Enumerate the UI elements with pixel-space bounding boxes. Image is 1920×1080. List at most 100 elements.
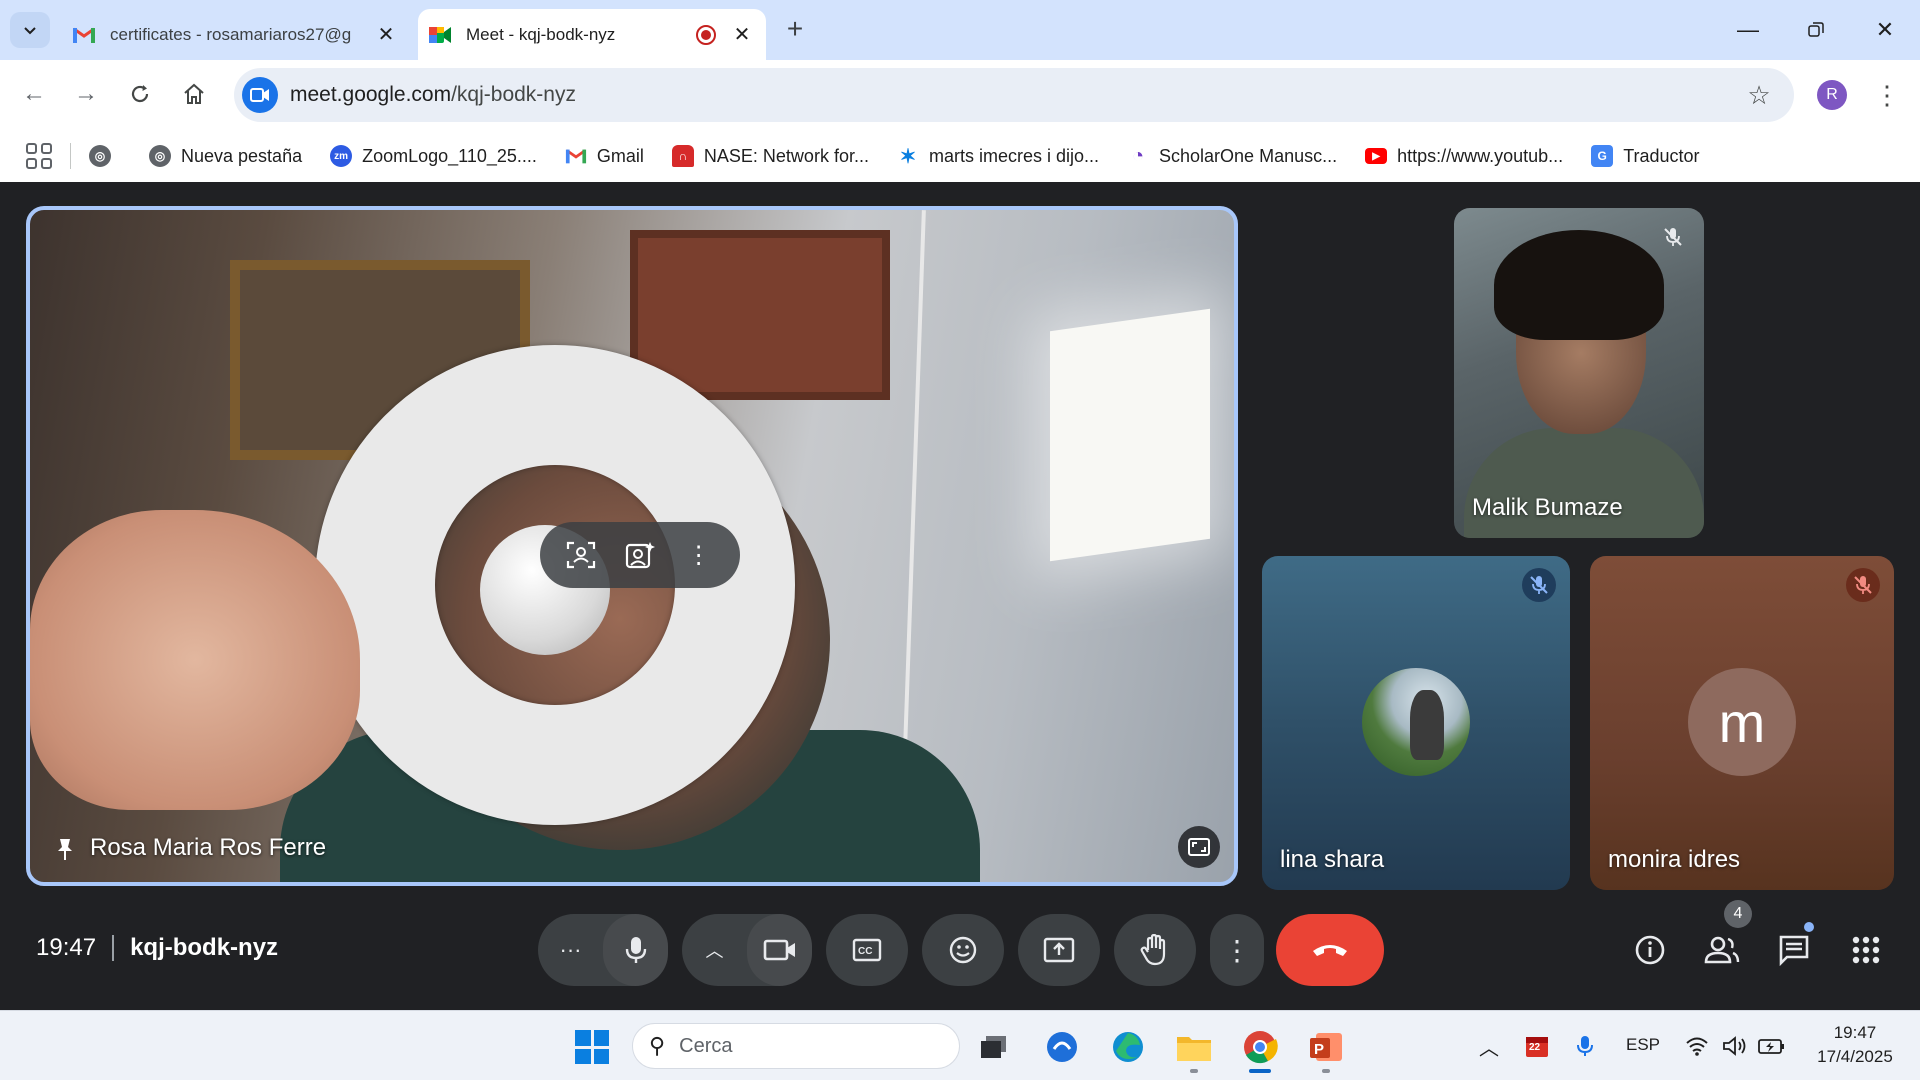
participant-tile-main[interactable]: ⋮ Rosa Maria Ros Ferre [26, 206, 1238, 886]
system-clock[interactable]: 19:47 17/4/2025 [1800, 1021, 1910, 1069]
participant-tile-malik[interactable]: Malik Bumaze [1454, 208, 1704, 538]
audio-options-icon[interactable]: ··· [538, 914, 603, 986]
more-options-button[interactable]: ⋮ [1210, 914, 1264, 986]
chevron-up-icon[interactable]: ︿ [1474, 1031, 1504, 1061]
bookmark-label: https://www.youtub... [1397, 145, 1564, 166]
meet-icon [429, 26, 451, 43]
bookmark-marts[interactable]: ✶ marts imecres i dijo... [897, 145, 1100, 168]
chrome-icon[interactable] [1240, 1027, 1280, 1067]
youtube-icon: ▶ [1365, 148, 1388, 164]
video-person-hair [1494, 230, 1664, 340]
taskbar-search[interactable]: ⚲ Cerca [632, 1023, 960, 1069]
windows-taskbar: ⚲ Cerca P ︿ 22 ESP 19:47 17/4/2025 [0, 1010, 1920, 1080]
bookmark-gmail[interactable]: Gmail [565, 145, 644, 167]
url-path: /kqj-bodk-nyz [451, 83, 576, 106]
volume-icon[interactable] [1720, 1031, 1750, 1061]
activities-grid-icon[interactable] [1846, 930, 1886, 970]
apps-grid-icon[interactable] [26, 143, 52, 169]
bookmark-zoomlogo[interactable]: zm ZoomLogo_110_25.... [330, 145, 537, 167]
participant-tile-lina[interactable]: lina shara [1262, 556, 1570, 890]
chrome-menu-icon[interactable]: ⋮ [1872, 78, 1902, 112]
back-arrow-icon[interactable]: ← [14, 74, 54, 114]
profile-avatar[interactable]: R [1817, 80, 1847, 110]
close-tab-icon[interactable]: ✕ [374, 23, 398, 47]
bookmark-traductor[interactable]: G Traductor [1591, 145, 1700, 167]
svg-text:P: P [1314, 1041, 1324, 1058]
chevron-down-icon [24, 27, 36, 35]
more-options-icon[interactable]: ⋮ [679, 535, 719, 575]
clock-time: 19:47 [1833, 1023, 1877, 1042]
microphone-icon[interactable] [1570, 1031, 1600, 1061]
site-info-icon[interactable] [242, 77, 278, 113]
participant-tile-monira[interactable]: m monira idres [1590, 556, 1894, 890]
close-tab-icon[interactable]: ✕ [730, 23, 754, 47]
bookmark-label: marts imecres i dijo... [928, 145, 1100, 166]
home-icon[interactable] [174, 74, 214, 114]
bookmark-label: NASE: Network for... [703, 145, 869, 166]
bookmark-youtube[interactable]: ▶ https://www.youtub... [1365, 146, 1563, 167]
task-view-icon[interactable] [974, 1027, 1014, 1067]
windows-start-icon[interactable] [572, 1027, 612, 1067]
reactions-button[interactable] [922, 914, 1004, 986]
avatar-person [1410, 690, 1444, 760]
participant-name: Rosa Maria Ros Ferre [90, 834, 327, 861]
url-text: meet.google.com/kqj-bodk-nyz [290, 83, 576, 107]
zoom-icon: zm [330, 145, 353, 167]
language-indicator[interactable]: ESP [1626, 1035, 1660, 1055]
search-placeholder: Cerca [679, 1034, 733, 1057]
nase-icon: ∩ [671, 145, 694, 167]
file-explorer-icon[interactable] [1174, 1027, 1214, 1067]
participant-name: Malik Bumaze [1472, 494, 1623, 521]
restore-icon[interactable] [1793, 10, 1839, 50]
address-bar[interactable]: meet.google.com/kqj-bodk-nyz ☆ [234, 68, 1794, 122]
leave-call-button[interactable] [1276, 914, 1384, 986]
captions-button[interactable]: CC [826, 914, 908, 986]
bookmark-nueva-pestana[interactable]: ◎ Nueva pestaña [149, 145, 302, 167]
bookmark-label: Traductor [1623, 145, 1700, 166]
microphone-button[interactable] [603, 914, 668, 986]
gmail-icon [565, 149, 586, 164]
forward-arrow-icon[interactable]: → [66, 74, 106, 114]
meet-stage: ⋮ Rosa Maria Ros Ferre Malik Bumaze lina… [0, 182, 1920, 1010]
bookmark-nase[interactable]: ∩ NASE: Network for... [671, 145, 869, 167]
effects-icon[interactable] [620, 535, 660, 575]
emoji-icon [949, 936, 977, 964]
svg-text:CC: CC [858, 946, 872, 957]
chat-notification-dot [1804, 922, 1814, 932]
app-icon[interactable] [1042, 1027, 1082, 1067]
tab-gmail[interactable]: certificates - rosamariaros27@g ✕ [62, 9, 410, 60]
participant-count-badge: 4 [1724, 900, 1752, 928]
minimize-icon[interactable]: — [1725, 10, 1771, 50]
battery-icon[interactable] [1756, 1031, 1786, 1061]
chevron-up-icon[interactable]: ︿ [682, 914, 747, 986]
framing-icon[interactable] [561, 535, 601, 575]
people-icon[interactable] [1702, 930, 1742, 970]
tab-meet[interactable]: Meet - kqj-bodk-nyz ✕ [418, 9, 766, 60]
video-hand [30, 510, 360, 810]
meeting-info-icon[interactable] [1630, 930, 1670, 970]
close-window-icon[interactable]: ✕ [1862, 10, 1908, 50]
fullscreen-icon[interactable] [1178, 826, 1220, 868]
bookmark-scholarone[interactable]: ◔ ScholarOne Manusc... [1127, 145, 1337, 167]
wifi-icon[interactable] [1682, 1031, 1712, 1061]
browser-toolbar: ← → meet.google.com/kqj-bodk-nyz ☆ R ⋮ [0, 60, 1920, 130]
tab-strip: certificates - rosamariaros27@g ✕ Meet -… [0, 0, 1920, 60]
powerpoint-icon[interactable]: P [1306, 1027, 1346, 1067]
chat-icon[interactable] [1774, 930, 1814, 970]
reload-icon[interactable] [120, 74, 160, 114]
tab-search-button[interactable] [10, 12, 50, 48]
bookmark-star-icon[interactable]: ☆ [1744, 80, 1774, 110]
camera-icon [763, 939, 795, 961]
edge-icon[interactable] [1108, 1027, 1148, 1067]
new-tab-button[interactable]: + [780, 13, 810, 44]
raise-hand-button[interactable] [1114, 914, 1196, 986]
present-button[interactable] [1018, 914, 1100, 986]
pin-icon[interactable] [50, 834, 80, 864]
mic-muted-icon [1656, 220, 1690, 254]
globe-icon: ◎ [89, 145, 111, 167]
microphone-icon [625, 937, 646, 963]
bookmarks-bar: ◎ ◎ Nueva pestaña zm ZoomLogo_110_25....… [0, 130, 1920, 182]
camera-button[interactable] [747, 914, 812, 986]
bookmark-globe[interactable]: ◎ [89, 145, 121, 167]
calendar-icon[interactable]: 22 [1522, 1031, 1552, 1061]
